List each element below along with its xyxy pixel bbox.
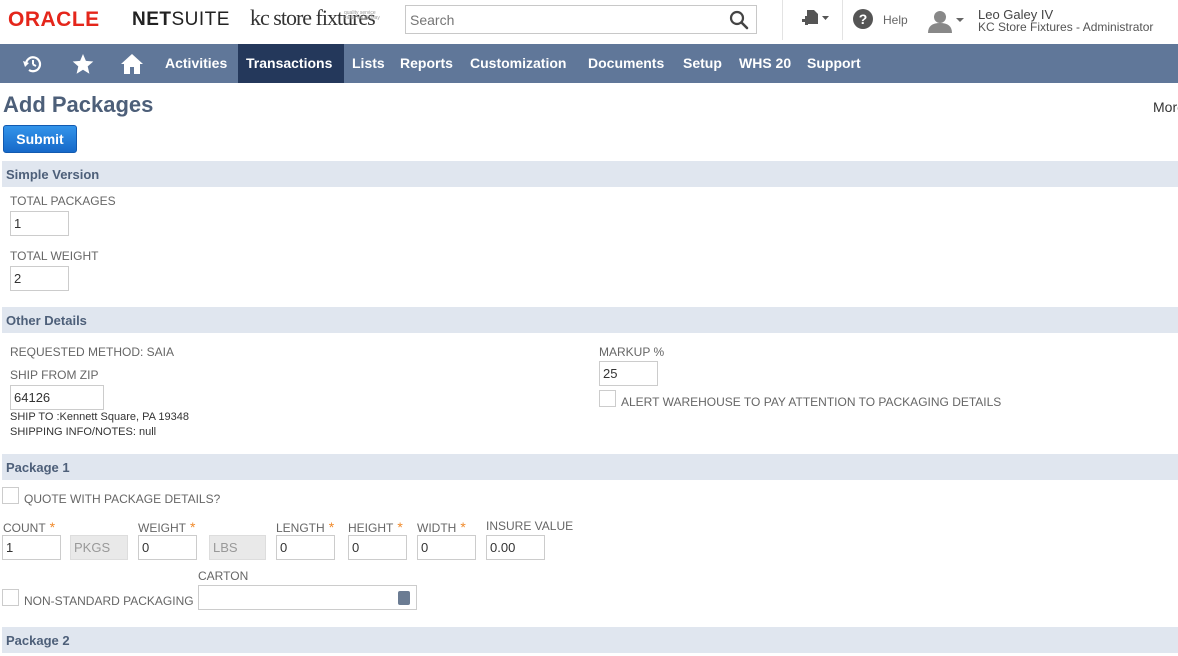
alert-warehouse-checkbox[interactable]: [599, 390, 616, 407]
submit-button[interactable]: Submit: [3, 125, 77, 153]
section-header-other-details[interactable]: Other Details: [2, 307, 1178, 333]
help-icon[interactable]: ?: [853, 9, 873, 29]
weight-unit-field: [209, 535, 266, 560]
oracle-logo[interactable]: ORACLE: [8, 8, 100, 32]
ship-from-zip-label: SHIP FROM ZIP: [10, 368, 99, 382]
required-marker: *: [328, 519, 335, 535]
header-divider: [782, 0, 783, 40]
length-label-text: LENGTH: [276, 521, 325, 535]
page-title: Add Packages: [3, 92, 154, 117]
quote-with-package-details-label: QUOTE WITH PACKAGE DETAILS?: [24, 492, 221, 506]
alert-warehouse-label: ALERT WAREHOUSE TO PAY ATTENTION TO PACK…: [621, 395, 1002, 409]
total-packages-input[interactable]: [10, 211, 69, 236]
nav-customization[interactable]: Customization: [462, 44, 574, 83]
nav-whs20[interactable]: WHS 20: [731, 44, 799, 83]
section-title: Simple Version: [6, 167, 100, 182]
global-search[interactable]: [405, 5, 757, 34]
nav-reports[interactable]: Reports: [392, 44, 461, 83]
count-unit-field: [70, 535, 128, 560]
required-marker: *: [460, 519, 466, 535]
section-title: Package 2: [6, 633, 70, 648]
height-label: HEIGHT *: [348, 519, 403, 535]
netsuite-logo-bold: NET: [132, 9, 172, 30]
length-label: LENGTH *: [276, 519, 334, 535]
count-label-text: COUNT: [3, 521, 46, 535]
shipping-info-text: SHIPPING INFO/NOTES: null: [10, 426, 157, 438]
favorites-star-icon[interactable]: [71, 52, 95, 76]
nav-lists[interactable]: Lists: [344, 44, 393, 83]
main-nav: Activities Transactions Lists Reports Cu…: [0, 44, 1178, 83]
home-icon[interactable]: [120, 52, 144, 76]
netsuite-logo-rest: SUITE: [171, 9, 230, 30]
weight-input[interactable]: [138, 535, 197, 560]
non-standard-packaging-checkbox[interactable]: [2, 589, 19, 606]
markup-label: MARKUP %: [599, 345, 665, 359]
total-packages-label: TOTAL PACKAGES: [10, 194, 116, 208]
carton-select[interactable]: [198, 585, 417, 610]
section-header-simple-version[interactable]: Simple Version: [2, 161, 1178, 187]
dropdown-list-icon[interactable]: [398, 591, 410, 605]
user-avatar-icon[interactable]: [927, 9, 967, 33]
section-title: Package 1: [6, 460, 70, 475]
non-standard-packaging-label: NON-STANDARD PACKAGING: [24, 594, 194, 608]
required-marker: *: [190, 519, 196, 535]
more-actions-link[interactable]: More: [1153, 99, 1178, 115]
width-label: WIDTH *: [417, 519, 466, 535]
netsuite-logo[interactable]: NETSUITE: [132, 9, 230, 31]
markup-input[interactable]: [599, 361, 658, 386]
insure-value-label: INSURE VALUE: [486, 519, 574, 533]
create-new-icon[interactable]: [800, 8, 832, 30]
user-role[interactable]: KC Store Fixtures - Administrator: [978, 20, 1153, 34]
nav-support[interactable]: Support: [799, 44, 869, 83]
length-input[interactable]: [276, 535, 335, 560]
width-label-text: WIDTH: [417, 521, 457, 535]
section-title: Other Details: [6, 313, 87, 328]
nav-documents[interactable]: Documents: [580, 44, 672, 83]
carton-label: CARTON: [198, 569, 249, 583]
header-divider: [842, 0, 843, 40]
nav-activities[interactable]: Activities: [157, 44, 235, 83]
count-input[interactable]: [2, 535, 61, 560]
help-link[interactable]: Help: [883, 13, 908, 27]
height-input[interactable]: [348, 535, 407, 560]
company-logo[interactable]: kc store fixtures quality service value o…: [250, 5, 380, 31]
height-label-text: HEIGHT: [348, 521, 394, 535]
required-marker: *: [397, 519, 403, 535]
quote-with-package-details-checkbox[interactable]: [2, 487, 19, 504]
section-header-package-1[interactable]: Package 1: [2, 454, 1178, 480]
weight-label-text: WEIGHT: [138, 521, 186, 535]
width-input[interactable]: [417, 535, 476, 560]
required-marker: *: [49, 519, 56, 535]
recent-records-icon[interactable]: [21, 52, 45, 76]
total-weight-label: TOTAL WEIGHT: [10, 249, 99, 263]
company-logo-tagline: quality service value on display: [344, 10, 380, 21]
count-label: COUNT *: [3, 519, 55, 535]
insure-value-input[interactable]: [486, 535, 545, 560]
requested-method-text: REQUESTED METHOD: SAIA: [10, 345, 175, 359]
nav-transactions[interactable]: Transactions: [238, 44, 344, 83]
search-input[interactable]: [406, 6, 716, 33]
top-header: ORACLE NETSUITE kc store fixtures quality…: [0, 0, 1178, 44]
nav-setup[interactable]: Setup: [675, 44, 730, 83]
weight-label: WEIGHT *: [138, 519, 195, 535]
total-weight-input[interactable]: [10, 266, 69, 291]
ship-from-zip-input[interactable]: [10, 385, 104, 410]
search-icon[interactable]: [729, 10, 749, 30]
section-header-package-2[interactable]: Package 2: [2, 627, 1178, 653]
ship-to-text: SHIP TO :Kennett Square, PA 19348: [10, 411, 189, 423]
